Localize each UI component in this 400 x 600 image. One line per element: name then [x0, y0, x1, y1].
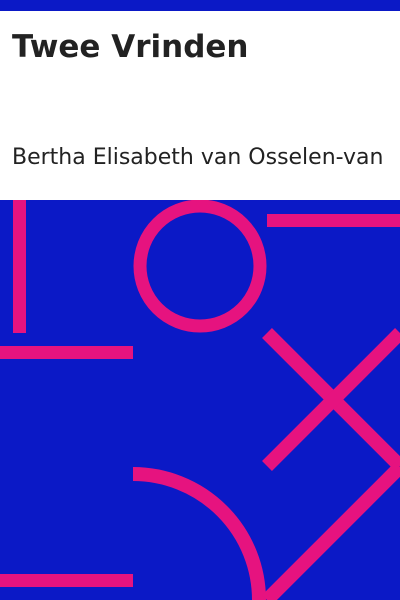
- middle-left-line-shape: [0, 346, 133, 359]
- bottom-left-line-shape: [0, 574, 133, 587]
- book-title: Twee Vrinden: [12, 29, 249, 65]
- cover-artwork: [0, 200, 400, 600]
- book-cover: Twee Vrinden Bertha Elisabeth van Ossele…: [0, 0, 400, 600]
- book-author: Bertha Elisabeth van Osselen-van: [12, 145, 384, 170]
- top-right-line-shape: [267, 214, 400, 227]
- top-color-bar: [0, 0, 400, 11]
- vertical-line-shape: [13, 200, 26, 333]
